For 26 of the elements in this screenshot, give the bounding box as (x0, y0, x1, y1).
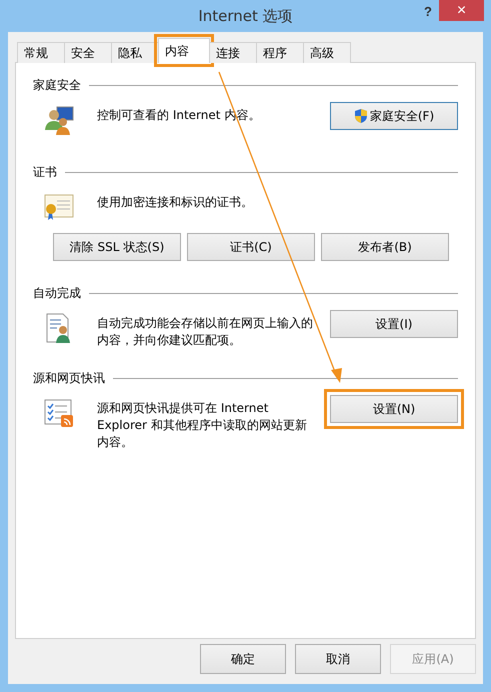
group-heading: 家庭安全 (33, 77, 81, 94)
close-button[interactable]: × (439, 0, 484, 21)
window-title: Internet 选项 (198, 6, 293, 26)
tab[interactable]: 隐私 (111, 42, 159, 63)
tab[interactable]: 连接 (209, 42, 257, 63)
family-icon (43, 104, 75, 136)
description-text: 源和网页快讯提供可在 Internet Explorer 和其他程序中读取的网站更新内容。 (97, 400, 308, 451)
dialog-button[interactable]: 确定 (200, 644, 286, 674)
help-button[interactable]: ? (421, 4, 435, 19)
group-heading: 自动完成 (33, 285, 81, 302)
tab[interactable]: 安全 (64, 42, 112, 63)
settings-button[interactable]: 家庭安全(F) (330, 102, 458, 130)
certificate-button[interactable]: 证书(C) (187, 233, 315, 261)
description-text: 使用加密连接和标识的证书。 (97, 194, 254, 211)
description-text: 自动完成功能会存储以前在网页上输入的内容，并向你建议匹配项。 (97, 315, 314, 349)
settings-button[interactable]: 设置(I) (330, 310, 458, 338)
group-heading: 源和网页快讯 (33, 370, 105, 387)
tab[interactable]: 常规 (17, 42, 65, 63)
group-heading: 证书 (33, 164, 57, 181)
tab[interactable]: 高级 (303, 42, 351, 63)
feed-list-icon (43, 397, 75, 429)
certificate-button[interactable]: 发布者(B) (321, 233, 449, 261)
tab[interactable]: 程序 (256, 42, 304, 63)
certificate-button[interactable]: 清除 SSL 状态(S) (53, 233, 181, 261)
dialog-button[interactable]: 取消 (295, 644, 381, 674)
settings-button[interactable]: 设置(N) (330, 395, 458, 423)
